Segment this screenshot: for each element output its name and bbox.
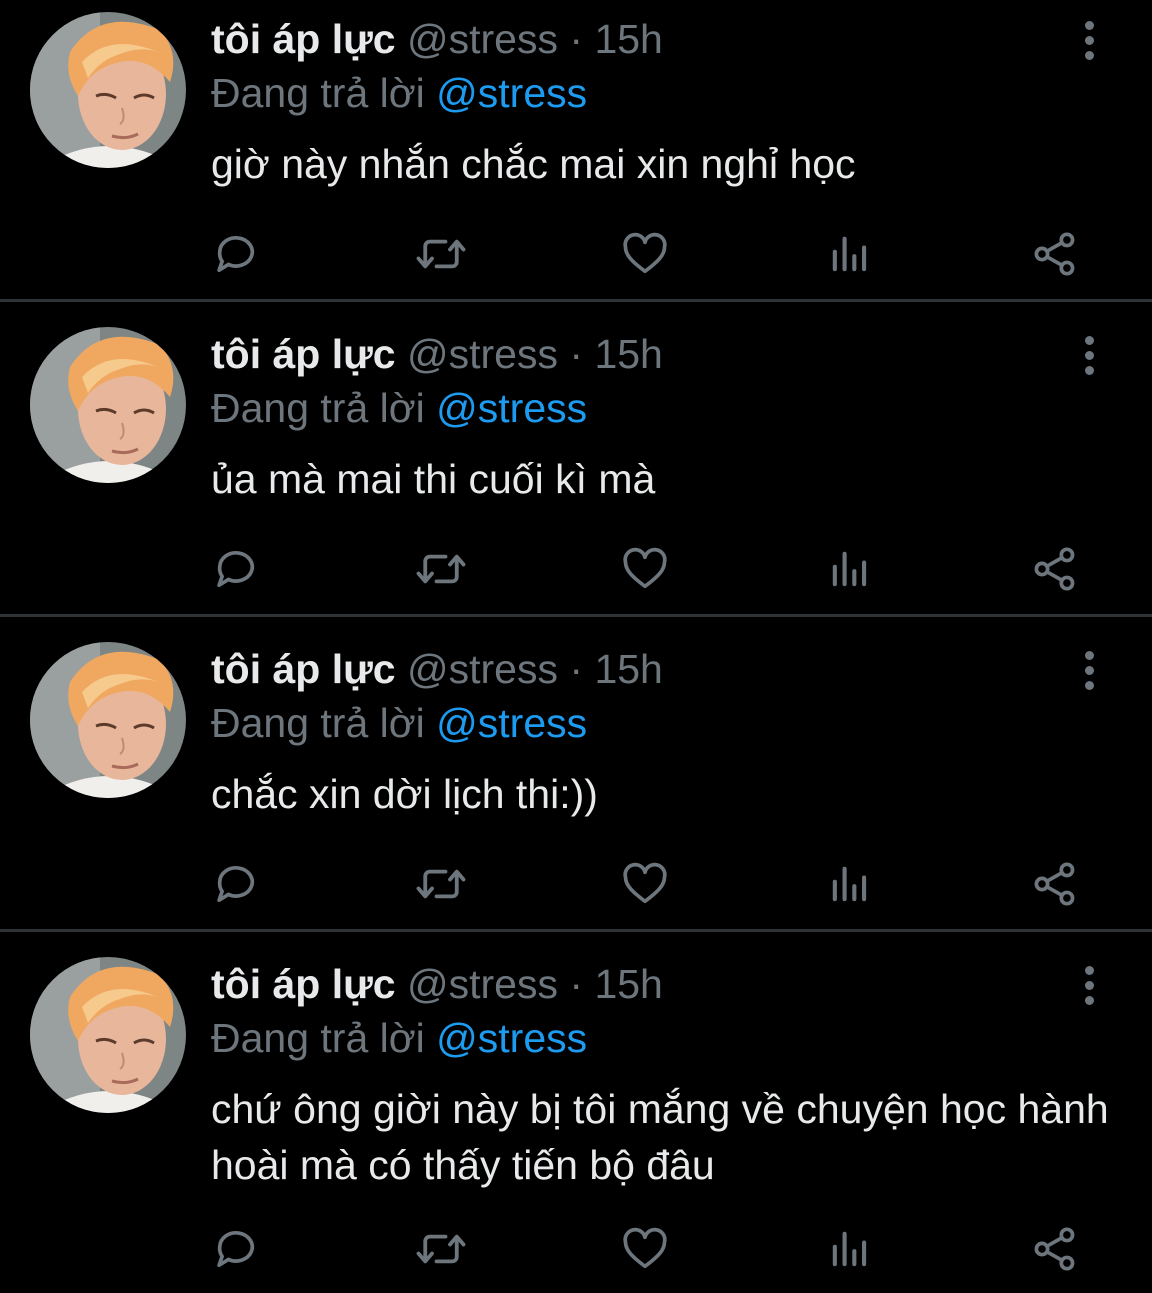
avatar[interactable] (30, 957, 186, 1113)
retweet-icon (414, 227, 468, 281)
share-icon (1029, 1223, 1081, 1275)
retweet-icon (414, 857, 468, 911)
timestamp[interactable]: 15h (594, 16, 662, 62)
comment-bubble-icon (210, 858, 262, 910)
comment-bubble-icon (210, 543, 262, 595)
more-vertical-icon (1084, 335, 1094, 345)
author-handle[interactable]: @stress (407, 961, 558, 1007)
more-vertical-icon (1084, 20, 1094, 30)
tweet-text: chắc xin dời lịch thi:)) (211, 771, 598, 817)
share-button[interactable] (1027, 226, 1083, 282)
analytics-bars-icon (824, 228, 876, 280)
like-button[interactable] (617, 226, 673, 282)
tweet-header: tôi áp lực @stress · 15h (211, 329, 663, 379)
more-vertical-icon (1084, 50, 1094, 60)
replying-mention-link[interactable]: @stress (436, 385, 587, 431)
reply-button[interactable] (208, 856, 264, 912)
share-button[interactable] (1027, 1221, 1083, 1277)
retweet-button[interactable] (413, 856, 469, 912)
analytics-bars-icon (824, 858, 876, 910)
timestamp[interactable]: 15h (594, 646, 662, 692)
analytics-button[interactable] (822, 226, 878, 282)
tweet-text: giờ này nhắn chắc mai xin nghỉ học (211, 141, 856, 187)
retweet-icon (414, 542, 468, 596)
share-icon (1029, 228, 1081, 280)
avatar[interactable] (30, 327, 186, 483)
author-handle[interactable]: @stress (407, 16, 558, 62)
author-name[interactable]: tôi áp lực (211, 16, 396, 62)
like-button[interactable] (617, 541, 673, 597)
more-options-button[interactable] (1074, 961, 1104, 1009)
replying-prefix: Đang trả lời (211, 700, 425, 746)
more-vertical-icon (1084, 35, 1094, 45)
divider (0, 614, 1152, 617)
reply-button[interactable] (208, 226, 264, 282)
replying-prefix: Đang trả lời (211, 385, 425, 431)
author-name[interactable]: tôi áp lực (211, 331, 396, 377)
replying-to: Đang trả lời @stress (211, 698, 587, 748)
tweet-header: tôi áp lực @stress · 15h (211, 959, 663, 1009)
tweet-text: ủa mà mai thi cuối kì mà (211, 456, 656, 502)
analytics-button[interactable] (822, 856, 878, 912)
tweet-text: chứ ông giời này bị tôi mắng về chuyện h… (211, 1086, 1109, 1188)
comment-bubble-icon (210, 228, 262, 280)
timestamp[interactable]: 15h (594, 331, 662, 377)
more-options-button[interactable] (1074, 331, 1104, 379)
more-vertical-icon (1084, 965, 1094, 975)
analytics-bars-icon (824, 1223, 876, 1275)
like-button[interactable] (617, 1221, 673, 1277)
reply-button[interactable] (208, 1221, 264, 1277)
separator-dot: · (569, 331, 584, 377)
replying-to: Đang trả lời @stress (211, 68, 587, 118)
share-button[interactable] (1027, 856, 1083, 912)
avatar[interactable] (30, 642, 186, 798)
replying-mention-link[interactable]: @stress (436, 1015, 587, 1061)
retweet-button[interactable] (413, 226, 469, 282)
more-vertical-icon (1084, 980, 1094, 990)
like-button[interactable] (617, 856, 673, 912)
author-handle[interactable]: @stress (407, 646, 558, 692)
separator-dot: · (569, 646, 584, 692)
separator-dot: · (569, 16, 584, 62)
avatar[interactable] (30, 12, 186, 168)
timestamp[interactable]: 15h (594, 961, 662, 1007)
more-vertical-icon (1084, 350, 1094, 360)
replying-prefix: Đang trả lời (211, 1015, 425, 1061)
divider (0, 929, 1152, 932)
analytics-button[interactable] (822, 541, 878, 597)
replying-mention-link[interactable]: @stress (436, 70, 587, 116)
reply-button[interactable] (208, 541, 264, 597)
retweet-icon (414, 1222, 468, 1276)
share-icon (1029, 543, 1081, 595)
heart-icon (619, 1223, 671, 1275)
more-vertical-icon (1084, 365, 1094, 375)
heart-icon (619, 543, 671, 595)
author-name[interactable]: tôi áp lực (211, 646, 396, 692)
analytics-button[interactable] (822, 1221, 878, 1277)
more-options-button[interactable] (1074, 16, 1104, 64)
more-vertical-icon (1084, 650, 1094, 660)
divider (0, 299, 1152, 302)
author-name[interactable]: tôi áp lực (211, 961, 396, 1007)
author-handle[interactable]: @stress (407, 331, 558, 377)
tweet-header: tôi áp lực @stress · 15h (211, 644, 663, 694)
retweet-button[interactable] (413, 1221, 469, 1277)
share-button[interactable] (1027, 541, 1083, 597)
heart-icon (619, 858, 671, 910)
replying-to: Đang trả lời @stress (211, 383, 587, 433)
replying-mention-link[interactable]: @stress (436, 700, 587, 746)
replying-prefix: Đang trả lời (211, 70, 425, 116)
analytics-bars-icon (824, 543, 876, 595)
more-vertical-icon (1084, 680, 1094, 690)
comment-bubble-icon (210, 1223, 262, 1275)
share-icon (1029, 858, 1081, 910)
replying-to: Đang trả lời @stress (211, 1013, 587, 1063)
more-options-button[interactable] (1074, 646, 1104, 694)
tweet-header: tôi áp lực @stress · 15h (211, 14, 663, 64)
separator-dot: · (569, 961, 584, 1007)
more-vertical-icon (1084, 995, 1094, 1005)
more-vertical-icon (1084, 665, 1094, 675)
heart-icon (619, 228, 671, 280)
retweet-button[interactable] (413, 541, 469, 597)
